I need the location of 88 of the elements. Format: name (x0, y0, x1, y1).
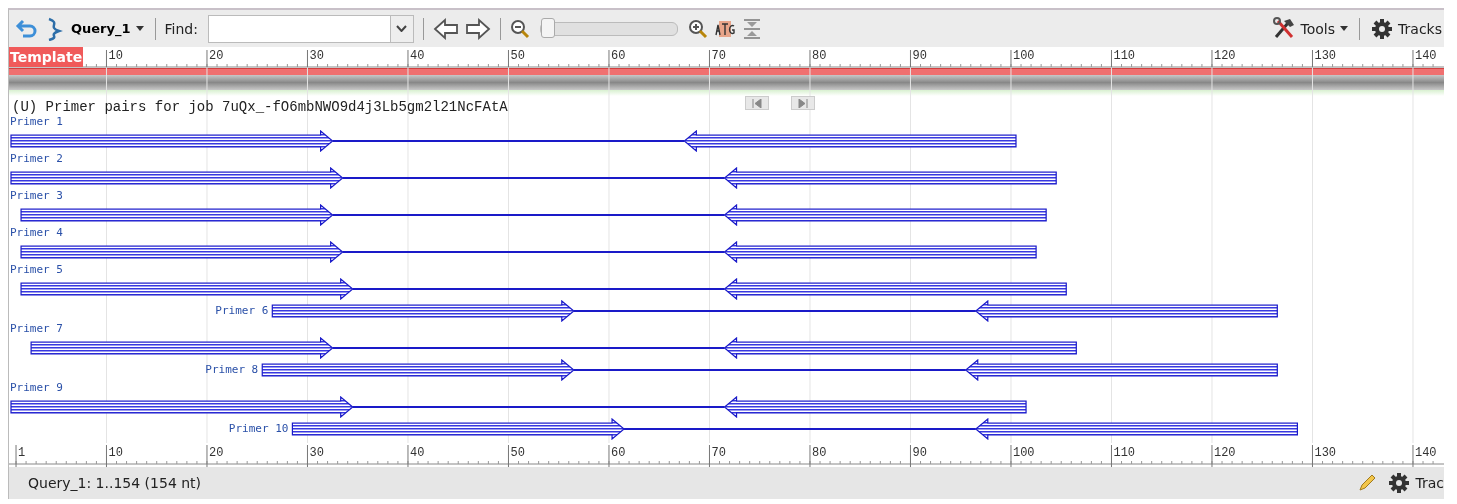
ruler-label: 140 (1414, 49, 1437, 63)
forward-primer-arrow[interactable] (20, 278, 354, 300)
ruler-label: 100 (1012, 446, 1035, 460)
ruler-label: 70 (711, 49, 726, 63)
ruler-label: 50 (510, 49, 525, 63)
ruler-label: 10 (108, 446, 123, 460)
skip-back-icon (752, 98, 762, 108)
forward-primer-arrow[interactable] (30, 337, 334, 359)
forward-primer-arrow[interactable] (10, 396, 354, 418)
primer-label: Primer 10 (228, 422, 289, 437)
caret-icon (135, 26, 144, 31)
primer-label: Primer 4 (9, 226, 64, 241)
primer-label: Primer 5 (9, 263, 64, 278)
ruler-label: 40 (409, 49, 425, 63)
reverse-primer-arrow[interactable] (964, 359, 1278, 381)
ruler-label: 20 (208, 446, 224, 460)
hammer-wrench-icon (1271, 16, 1296, 41)
ruler-label: 20 (208, 49, 224, 63)
tools-menu[interactable]: Tools (1269, 16, 1351, 41)
ruler-label: 120 (1213, 446, 1236, 460)
tracks-menu[interactable]: Tracks (1369, 17, 1444, 40)
chevron-down-icon (396, 25, 408, 32)
sequence-icon[interactable] (713, 19, 736, 38)
reverse-primer-arrow[interactable] (723, 396, 1027, 418)
caret-icon (1340, 26, 1349, 31)
zoom-in-icon[interactable] (687, 18, 708, 39)
ruler-label: 30 (309, 446, 324, 460)
primer-label: Primer 8 (205, 363, 259, 378)
zoom-out-icon[interactable] (509, 18, 530, 39)
dropdown-button[interactable] (389, 15, 413, 42)
forward-primer-arrow[interactable] (20, 204, 334, 226)
collapse-icon[interactable] (741, 17, 762, 40)
gear-icon (1371, 17, 1394, 40)
primer-label: Primer 1 (9, 115, 64, 130)
ruler-label: 40 (409, 446, 425, 460)
forward-primer-arrow[interactable] (10, 130, 334, 152)
track-title: (U) Primer pairs for job 7uQx_-fO6mbNWO9d4j3Lb5gm2l21NcFAtA (12, 99, 508, 115)
left-arrow-icon[interactable] (432, 17, 459, 40)
slider-thumb[interactable] (540, 17, 555, 38)
ruler-label: 60 (610, 446, 626, 460)
ruler-label: 80 (811, 446, 827, 460)
ruler-label: 120 (1213, 49, 1236, 63)
forward-primer-arrow[interactable] (20, 241, 344, 263)
gear-icon (1388, 472, 1411, 494)
tracks-menu[interactable]: Trac (1386, 472, 1444, 494)
forward-primer-arrow[interactable] (271, 300, 575, 322)
ruler-label: 70 (711, 446, 726, 460)
ruler-label: 80 (811, 49, 827, 63)
reverse-primer-arrow[interactable] (723, 167, 1057, 189)
ruler-label: 140 (1414, 446, 1437, 460)
forward-primer-arrow[interactable] (291, 418, 625, 440)
reverse-primer-arrow[interactable] (723, 278, 1067, 300)
first-page-button[interactable] (745, 96, 769, 110)
reverse-primer-arrow[interactable] (683, 130, 1017, 152)
skip-forward-icon (798, 98, 808, 108)
sequence-label: Template (9, 47, 84, 67)
ruler-label: 30 (309, 49, 324, 63)
status-text: Query_1: 1..154 (154 nt) (28, 475, 202, 491)
find-field[interactable] (207, 14, 414, 43)
ruler-label: 90 (912, 446, 927, 460)
reverse-primer-arrow[interactable] (723, 241, 1037, 263)
query-dropdown[interactable]: Query_1 (69, 21, 146, 36)
forward-primer-arrow[interactable] (261, 359, 575, 381)
reverse-primer-arrow[interactable] (974, 418, 1298, 440)
primer-label: Primer 9 (9, 381, 64, 396)
undo-icon[interactable] (15, 17, 39, 40)
ruler-label: 110 (1113, 49, 1136, 63)
reverse-primer-arrow[interactable] (974, 300, 1278, 322)
find-label: Find: (164, 20, 198, 37)
next-page-button[interactable] (791, 96, 815, 110)
primer-label: Primer 3 (9, 189, 64, 204)
ruler-label: 130 (1314, 446, 1337, 460)
reverse-primer-arrow[interactable] (723, 204, 1047, 226)
primer-label: Primer 2 (9, 152, 64, 167)
ruler-label: 130 (1314, 49, 1337, 63)
forward-primer-arrow[interactable] (10, 167, 344, 189)
ruler-label: 100 (1012, 49, 1035, 63)
ruler-label: 60 (610, 49, 626, 63)
primer-label: Primer 7 (9, 322, 64, 337)
ruler-label: 110 (1113, 446, 1136, 460)
right-arrow-icon[interactable] (464, 17, 491, 40)
ruler-label: 1 (18, 446, 26, 460)
zoom-slider[interactable] (539, 21, 678, 36)
ruler-label: 10 (108, 49, 123, 63)
reverse-primer-arrow[interactable] (723, 337, 1077, 359)
ruler-label: 90 (912, 49, 927, 63)
primer-label: Primer 6 (215, 304, 269, 319)
ruler-label: 50 (510, 446, 525, 460)
